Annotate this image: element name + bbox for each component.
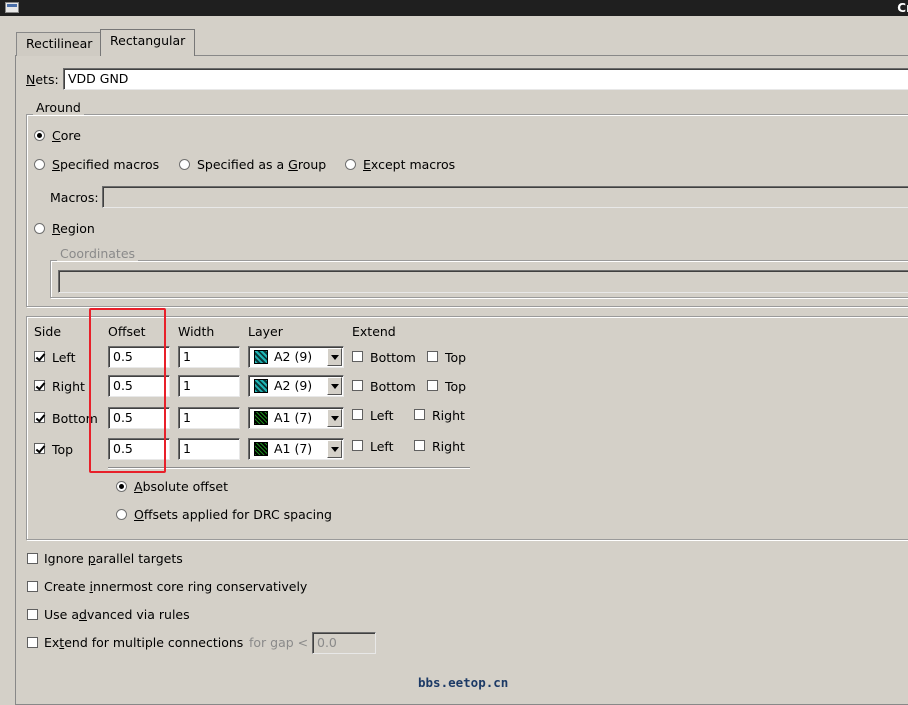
side-right-checkbox[interactable] xyxy=(34,380,45,391)
innermost-ring-checkbox[interactable] xyxy=(27,581,38,592)
extend-top-right-checkbox[interactable] xyxy=(414,440,425,451)
except-macros-label: Except macros xyxy=(363,157,456,172)
gap-input[interactable]: 0.0 xyxy=(312,632,376,654)
specified-macros-radio[interactable] xyxy=(34,159,45,170)
macros-input[interactable] xyxy=(102,186,908,208)
extend-bottom-right-label: Right xyxy=(432,408,465,423)
extend-top-right-label: Right xyxy=(432,439,465,454)
absolute-offset-label: Absolute offset xyxy=(134,479,228,494)
extend-top-left-checkbox[interactable] xyxy=(352,440,363,451)
advanced-via-label: Use advanced via rules xyxy=(44,607,190,622)
region-label: Region xyxy=(52,221,95,236)
gap-label: for gap < xyxy=(249,635,309,650)
extend-multiple-checkbox[interactable] xyxy=(27,637,38,648)
title-bar: Cr xyxy=(0,0,908,16)
except-macros-radio[interactable] xyxy=(345,159,356,170)
extend-header: Extend xyxy=(352,324,396,339)
layer-top-value: A1 (7) xyxy=(274,441,313,456)
coordinates-input[interactable] xyxy=(58,270,908,293)
extend-right-bottom-label: Bottom xyxy=(370,379,416,394)
layer-bottom-select[interactable]: A1 (7) xyxy=(248,407,344,429)
offset-highlight-box xyxy=(89,308,166,473)
extend-bottom-right-checkbox[interactable] xyxy=(414,409,425,420)
chevron-down-icon[interactable] xyxy=(327,377,342,395)
extend-bottom-left-label: Left xyxy=(370,408,394,423)
extend-bottom-left-checkbox[interactable] xyxy=(352,409,363,420)
tab-rectangular[interactable]: Rectangular xyxy=(100,29,196,56)
specified-group-radio[interactable] xyxy=(179,159,190,170)
nets-input[interactable]: VDD GND xyxy=(63,68,908,90)
extend-multiple-label: Extend for multiple connections xyxy=(44,635,244,650)
drc-offset-label: Offsets applied for DRC spacing xyxy=(134,507,332,522)
chevron-down-icon[interactable] xyxy=(327,409,342,427)
extend-right-top-checkbox[interactable] xyxy=(427,380,438,391)
nets-label: Nets: xyxy=(26,72,59,87)
side-left-label: Left xyxy=(52,350,76,365)
absolute-offset-radio[interactable] xyxy=(116,481,127,492)
layer-left-select[interactable]: A2 (9) xyxy=(248,346,344,368)
extend-top-left-label: Left xyxy=(370,439,394,454)
extend-right-top-label: Top xyxy=(445,379,467,394)
width-top-input[interactable]: 1 xyxy=(178,438,240,460)
layer-top-select[interactable]: A1 (7) xyxy=(248,438,344,460)
ignore-parallel-label: Ignore parallel targets xyxy=(44,551,183,566)
layer-color-swatch xyxy=(254,442,268,456)
tab-rectilinear[interactable]: Rectilinear xyxy=(16,32,103,56)
specified-group-label: Specified as a Group xyxy=(197,157,327,172)
layer-bottom-value: A1 (7) xyxy=(274,410,313,425)
ignore-parallel-checkbox[interactable] xyxy=(27,553,38,564)
side-top-checkbox[interactable] xyxy=(34,443,45,454)
extend-right-bottom-checkbox[interactable] xyxy=(352,380,363,391)
side-left-checkbox[interactable] xyxy=(34,351,45,362)
watermark-text: bbs.eetop.cn xyxy=(418,675,509,690)
chevron-down-icon[interactable] xyxy=(327,348,342,366)
drc-offset-radio[interactable] xyxy=(116,509,127,520)
side-top-label: Top xyxy=(52,442,74,457)
core-label: Core xyxy=(52,128,81,143)
extend-left-bottom-checkbox[interactable] xyxy=(352,351,363,362)
window-title: Cr xyxy=(897,1,908,15)
layer-right-select[interactable]: A2 (9) xyxy=(248,375,344,397)
advanced-via-checkbox[interactable] xyxy=(27,609,38,620)
extend-left-top-label: Top xyxy=(445,350,467,365)
side-header: Side xyxy=(34,324,62,339)
around-legend: Around xyxy=(33,101,84,115)
layer-color-swatch xyxy=(254,350,268,364)
extend-left-bottom-label: Bottom xyxy=(370,350,416,365)
width-header: Width xyxy=(178,324,215,339)
region-radio[interactable] xyxy=(34,223,45,234)
layer-header: Layer xyxy=(248,324,283,339)
coordinates-legend: Coordinates xyxy=(57,247,139,261)
width-right-input[interactable]: 1 xyxy=(178,375,240,397)
extend-left-top-checkbox[interactable] xyxy=(427,351,438,362)
app-window-icon[interactable] xyxy=(5,2,19,13)
width-left-input[interactable]: 1 xyxy=(178,346,240,368)
layer-right-value: A2 (9) xyxy=(274,378,313,393)
specified-macros-label: Specified macros xyxy=(52,157,160,172)
side-bottom-checkbox[interactable] xyxy=(34,412,45,423)
side-right-label: Right xyxy=(52,379,85,394)
layer-color-swatch xyxy=(254,411,268,425)
innermost-ring-label: Create innermost core ring conservativel… xyxy=(44,579,308,594)
core-radio[interactable] xyxy=(34,130,45,141)
chevron-down-icon[interactable] xyxy=(327,440,342,458)
width-bottom-input[interactable]: 1 xyxy=(178,407,240,429)
layer-color-swatch xyxy=(254,379,268,393)
macros-label: Macros: xyxy=(50,190,99,205)
layer-left-value: A2 (9) xyxy=(274,349,313,364)
